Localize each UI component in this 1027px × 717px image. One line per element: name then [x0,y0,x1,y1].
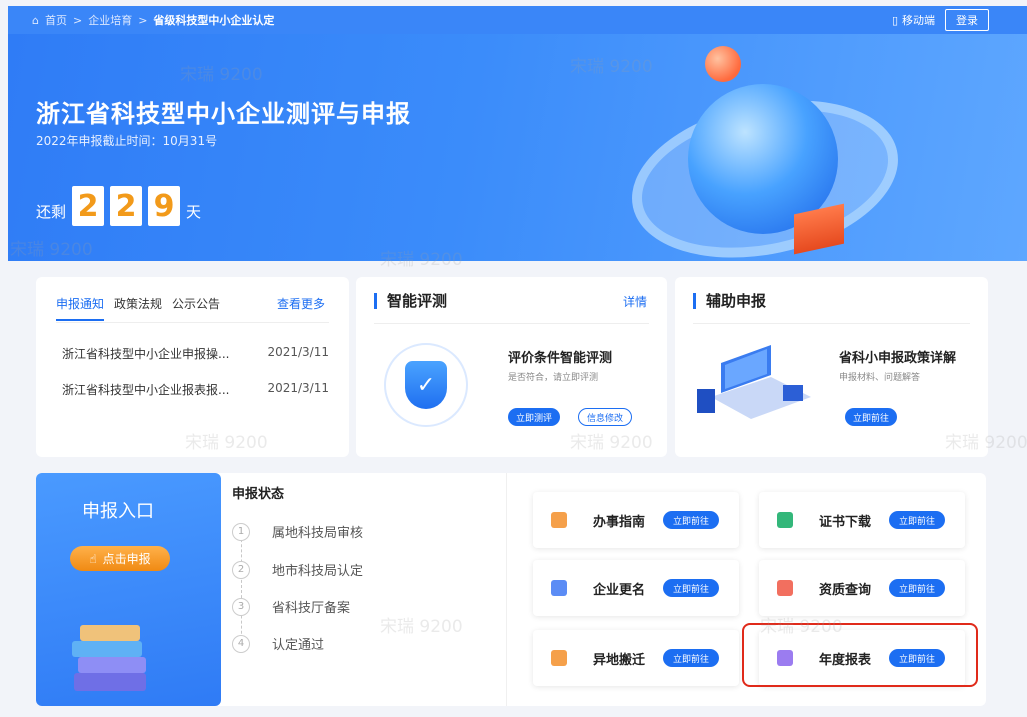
service-name: 资质查询 [819,582,872,598]
tab-policies[interactable]: 政策法规 [114,295,162,321]
news-item[interactable]: 浙江省科技型中小企业申报操... 2021/3/11 [62,345,329,362]
step-item: 2 地市科技局认定 [232,560,363,579]
news-card: 申报通知 政策法规 公示公告 查看更多 浙江省科技型中小企业申报操... 202… [36,277,349,457]
certificate-icon [777,512,793,528]
service-name: 年度报表 [819,652,872,668]
login-button[interactable]: 登录 [945,9,989,31]
entry-title: 申报入口 [82,501,154,522]
step-number: 1 [232,522,250,541]
service-qualification[interactable]: 资质查询 立即前往 [759,560,965,616]
eval-heading: 评价条件智能评测 [508,351,613,366]
countdown-prefix: 还剩 [36,203,67,221]
mobile-label: 移动端 [902,14,935,27]
breadcrumb: ⌂ 首页 > 企业培育 > 省级科技型中小企业认定 [32,12,274,28]
service-name: 企业更名 [593,582,646,598]
detail-link[interactable]: 详情 [623,293,647,310]
eval-subtitle: 是否符合，请立即评测 [508,373,599,383]
step-number: 3 [232,597,250,616]
service-name: 异地搬迁 [593,652,646,668]
top-bar: ⌂ 首页 > 企业培育 > 省级科技型中小企业认定 ▯ 移动端 登录 [8,6,1027,34]
evaluate-now-button[interactable]: 立即测评 [508,408,561,426]
go-now-button[interactable]: 立即前往 [845,408,898,426]
breadcrumb-separator: > [72,13,83,27]
countdown-suffix: 天 [186,203,202,221]
service-rename[interactable]: 企业更名 立即前往 [533,560,739,616]
step-label: 属地科技局审核 [272,526,364,541]
news-item[interactable]: 浙江省科技型中小企业报表报... 2021/3/11 [62,381,329,398]
service-annual-report[interactable]: 年度报表 立即前往 [759,630,965,686]
laptop-illustration [697,345,811,419]
news-title: 浙江省科技型中小企业报表报... [62,383,230,397]
step-item: 3 省科技厅备案 [232,597,350,616]
go-now-button[interactable]: 立即前往 [889,649,946,667]
divider [693,323,970,324]
hero-small-sphere-illustration [705,46,741,82]
step-item: 1 属地科技局审核 [232,522,363,541]
phone-icon: ▯ [891,13,898,27]
hand-pointer-icon: ☝ [89,551,97,566]
declare-entry-card: 申报入口 ☝ 点击申报 [36,473,221,706]
go-now-button[interactable]: 立即前往 [889,511,946,529]
go-now-button[interactable]: 立即前往 [663,511,720,529]
service-name: 证书下载 [819,514,872,530]
guide-icon [551,512,567,528]
step-item: 4 认定通过 [232,634,324,653]
steps-connector [241,529,242,649]
go-now-button[interactable]: 立即前往 [663,579,720,597]
qualification-icon [777,580,793,596]
breadcrumb-home[interactable]: 首页 [45,12,67,28]
breadcrumb-level1[interactable]: 企业培育 [88,12,132,28]
rename-icon [551,580,567,596]
hero-banner: 浙江省科技型中小企业测评与申报 2022年申报截止时间：10月31号 还剩 2 … [8,34,1027,261]
service-guide[interactable]: 办事指南 立即前往 [533,492,739,548]
tab-announcements[interactable]: 公示公告 [172,295,220,321]
section-title: 辅助申报 [693,293,766,309]
countdown-digit: 2 [72,186,105,226]
shield-illustration: ✓ [384,343,468,427]
click-declare-label: 点击申报 [102,552,151,566]
click-declare-button[interactable]: ☝ 点击申报 [70,546,170,571]
shield-check-icon: ✓ [405,361,447,409]
countdown-digit: 9 [148,186,181,226]
deadline-text: 2022年申报截止时间：10月31号 [36,134,218,148]
service-certificate[interactable]: 证书下载 立即前往 [759,492,965,548]
books-illustration [72,625,146,691]
services-area: 办事指南 立即前往 证书下载 立即前往 企业更名 立即前往 资质查询 立即前往 … [506,473,986,706]
section-title: 智能评测 [374,293,447,309]
news-date: 2021/3/11 [267,381,329,395]
step-label: 地市科技局认定 [272,564,364,579]
status-title: 申报状态 [232,487,285,502]
go-now-button[interactable]: 立即前往 [889,579,946,597]
aux-declare-card: 辅助申报 省科小申报政策详解 申报材料、问题解答 立即前往 [675,277,988,457]
countdown: 还剩 2 2 9 天 [36,186,201,226]
home-icon[interactable]: ⌂ [32,14,39,27]
edit-info-button[interactable]: 信息修改 [578,408,633,426]
aux-heading: 省科小申报政策详解 [839,351,957,366]
relocation-icon [551,650,567,666]
mobile-link[interactable]: ▯ 移动端 [892,12,935,28]
step-number: 4 [232,634,250,653]
divider [56,322,329,323]
report-icon [777,650,793,666]
service-relocation[interactable]: 异地搬迁 立即前往 [533,630,739,686]
divider [374,323,649,324]
news-tabs: 申报通知 政策法规 公示公告 [56,295,220,321]
step-label: 省科技厅备案 [272,601,351,616]
go-now-button[interactable]: 立即前往 [663,649,720,667]
news-date: 2021/3/11 [267,345,329,359]
aux-subtitle: 申报材料、问题解答 [839,373,921,383]
smart-eval-card: 智能评测 详情 ✓ 评价条件智能评测 是否符合，请立即评测 立即测评 信息修改 [356,277,667,457]
step-label: 认定通过 [272,638,325,653]
view-more-link[interactable]: 查看更多 [277,295,325,312]
countdown-digit: 2 [110,186,143,226]
service-name: 办事指南 [593,514,646,530]
news-title: 浙江省科技型中小企业申报操... [62,347,230,361]
breadcrumb-separator: > [138,13,148,27]
step-number: 2 [232,560,250,579]
bottom-panel: 申报入口 ☝ 点击申报 申报状态 1 属地科技局审核 2 地市科技局认定 3 省… [36,473,986,706]
breadcrumb-current: 省级科技型中小企业认定 [153,14,275,27]
hero-title: 浙江省科技型中小企业测评与申报 [36,100,411,128]
tab-notices[interactable]: 申报通知 [56,295,105,321]
